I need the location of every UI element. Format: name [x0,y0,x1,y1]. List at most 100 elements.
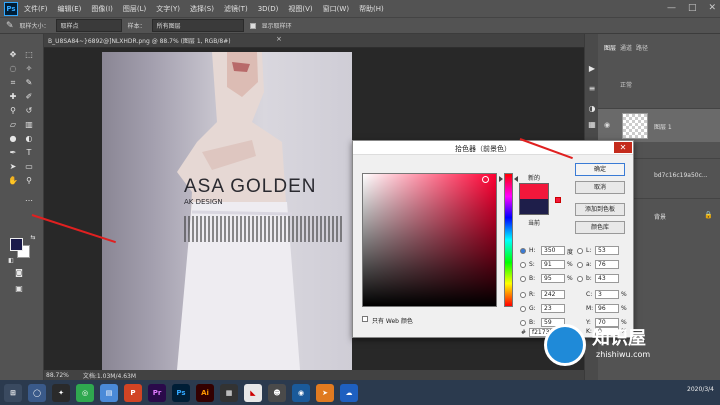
add-to-swatches-button[interactable]: 添加到色板 [575,203,625,216]
minimize-icon[interactable]: — [667,3,676,13]
hand-tool-icon[interactable]: ✋ [8,176,18,186]
zoom-tool-icon[interactable]: ⚲ [24,176,34,186]
s-field[interactable]: 91 [541,260,565,269]
menu-edit[interactable]: 编辑(E) [58,4,82,14]
files-icon[interactable]: ▤ [100,383,118,402]
sample-size-select[interactable]: 取样点 [55,19,122,32]
foreground-color-swatch[interactable] [10,238,23,251]
hue-slider-handle[interactable] [499,176,503,182]
hue-slider-handle[interactable] [514,176,518,182]
tab-layers[interactable]: 图层 [604,43,616,52]
menu-help[interactable]: 帮助(H) [359,4,384,14]
swatches-panel-icon[interactable]: ▦ [587,120,597,130]
menu-layer[interactable]: 图层(L) [123,4,146,14]
b-radio[interactable] [520,276,526,282]
more-tools-icon[interactable]: … [24,194,34,204]
current-color-swatch[interactable] [519,199,549,215]
eyedropper-tool-icon[interactable]: ✎ [24,78,34,88]
blend-mode-select[interactable]: 正常 [620,80,632,89]
eraser-tool-icon[interactable]: ▱ [8,120,18,130]
g-radio[interactable] [520,306,526,312]
history-brush-icon[interactable]: ↺ [24,106,34,116]
illustrator-icon[interactable]: Ai [196,383,214,402]
video-icon[interactable]: ▦ [220,383,238,402]
crop-tool-icon[interactable]: ⌗ [8,78,18,88]
properties-panel-icon[interactable]: ≡ [587,84,597,94]
color-cursor[interactable] [482,176,489,183]
tab-paths[interactable]: 路径 [636,43,648,52]
b-field[interactable]: 95 [541,274,565,283]
menu-3d[interactable]: 3D(D) [258,5,279,13]
move-tool-icon[interactable]: ✥ [8,50,18,60]
m-field[interactable]: 96 [595,304,619,313]
eye-icon[interactable]: ◉ [604,121,610,129]
shape-tool-icon[interactable]: ▭ [24,162,34,172]
l-field[interactable]: 53 [595,246,619,255]
clone-stamp-icon[interactable]: ⚲ [8,106,18,116]
chrome-icon[interactable]: ◉ [292,383,310,402]
r-radio[interactable] [520,292,526,298]
lab-b-radio[interactable] [577,276,583,282]
r-field[interactable]: 242 [541,290,565,299]
show-ring-checkbox[interactable] [249,22,256,29]
tab-channels[interactable]: 通道 [620,43,632,52]
menu-window[interactable]: 窗口(W) [323,4,349,14]
eyedropper-icon[interactable]: ✎ [6,21,14,31]
gradient-tool-icon[interactable]: ▥ [24,120,34,130]
default-colors-icon[interactable]: ◧ [6,256,16,266]
dodge-tool-icon[interactable]: ◐ [24,134,34,144]
thunder-icon[interactable]: ➤ [316,383,334,402]
screen-mode-icon[interactable]: ▣ [14,284,24,294]
lasso-tool-icon[interactable]: ◌ [8,64,18,74]
browser-icon[interactable]: ◯ [28,383,46,402]
close-icon[interactable]: ✕ [614,142,632,153]
swap-colors-icon[interactable]: ⇆ [28,233,38,243]
hue-slider[interactable] [504,173,513,307]
h-radio[interactable] [520,248,526,254]
saturation-brightness-field[interactable] [362,173,497,307]
maximize-icon[interactable]: □ [688,3,697,13]
brush-tool-icon[interactable]: ✐ [24,92,34,102]
path-select-icon[interactable]: ➤ [8,162,18,172]
ok-button[interactable]: 确定 [575,163,625,176]
document-tab[interactable]: B_U8SA84~}6892@]NLXHDR.png @ 88.7% (图层 1… [48,36,231,45]
document-image[interactable]: ASA GOLDEN AK DESIGN [102,52,352,370]
layer-row[interactable]: ◉ 图层 1 [598,108,720,142]
pen-tool-icon[interactable]: ✒ [8,148,18,158]
color-libraries-button[interactable]: 颜色库 [575,221,625,234]
g-field[interactable]: 23 [541,304,565,313]
mac-icon[interactable]: ✦ [52,383,70,402]
type-tool-icon[interactable]: T [24,148,34,158]
wechat-icon[interactable]: ◎ [76,383,94,402]
menu-filter[interactable]: 滤镜(T) [224,4,248,14]
baidu-icon[interactable]: ☁ [340,383,358,402]
menu-type[interactable]: 文字(Y) [156,4,180,14]
premiere-icon[interactable]: Pr [148,383,166,402]
a-radio[interactable] [577,262,583,268]
s-radio[interactable] [520,262,526,268]
gamut-warning-icon[interactable] [555,197,561,203]
qq-icon[interactable]: ☻ [268,383,286,402]
menu-file[interactable]: 文件(F) [24,4,48,14]
powerpoint-icon[interactable]: P [124,383,142,402]
start-icon[interactable]: ⊞ [4,383,22,402]
sample-select[interactable]: 所有图层 [151,19,244,32]
adjustments-panel-icon[interactable]: ◑ [587,104,597,114]
cancel-button[interactable]: 取消 [575,181,625,194]
menu-select[interactable]: 选择(S) [190,4,214,14]
app-icon[interactable]: ◣ [244,383,262,402]
healing-brush-icon[interactable]: ✚ [8,92,18,102]
zoom-level[interactable]: 88.72% [46,372,69,379]
close-icon[interactable]: ✕ [708,3,716,13]
l-radio[interactable] [577,248,583,254]
marquee-tool-icon[interactable]: ⬚ [24,50,34,60]
quick-mask-icon[interactable]: ◙ [14,268,24,278]
a-field[interactable]: 76 [595,260,619,269]
history-panel-icon[interactable]: ▶ [587,64,597,74]
h-field[interactable]: 350 [541,246,565,255]
tab-close-icon[interactable]: × [276,35,282,43]
magic-wand-icon[interactable]: ✧ [24,64,34,74]
c-field[interactable]: 3 [595,290,619,299]
menu-view[interactable]: 视图(V) [288,4,312,14]
blur-tool-icon[interactable]: ● [8,134,18,144]
